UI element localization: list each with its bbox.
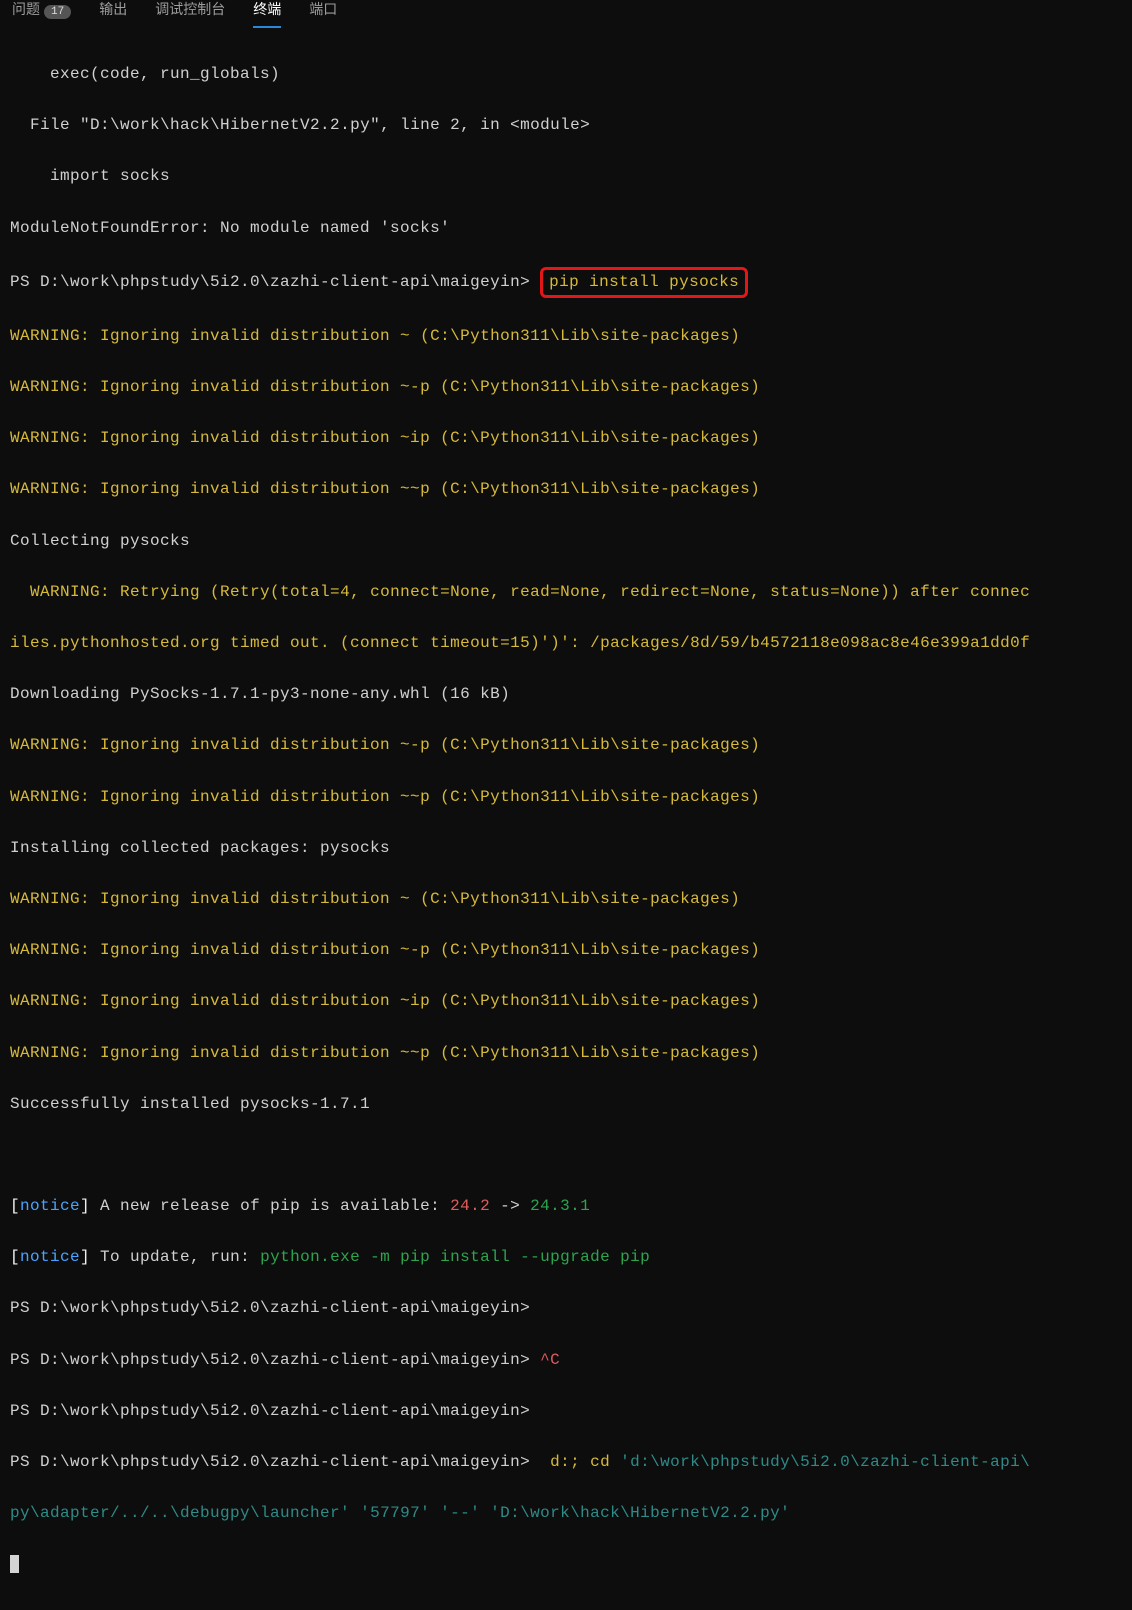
terminal-output[interactable]: exec(code, run_globals) File "D:\work\ha… (0, 30, 1132, 1609)
terminal-line: WARNING: Ignoring invalid distribution ~… (10, 938, 1122, 964)
terminal-line: WARNING: Ignoring invalid distribution ~… (10, 1041, 1122, 1067)
tab-terminal[interactable]: 终端 (253, 0, 281, 26)
terminal-line: WARNING: Ignoring invalid distribution ~… (10, 733, 1122, 759)
terminal-line: WARNING: Ignoring invalid distribution ~… (10, 477, 1122, 503)
terminal-line: PS D:\work\phpstudy\5i2.0\zazhi-client-a… (10, 267, 1122, 299)
terminal-line: [notice] To update, run: python.exe -m p… (10, 1245, 1122, 1271)
tab-debug-console[interactable]: 调试控制台 (155, 0, 225, 26)
terminal-line: WARNING: Ignoring invalid distribution ~… (10, 375, 1122, 401)
terminal-line: py\adapter/../..\debugpy\launcher' '5779… (10, 1501, 1122, 1527)
terminal-line: WARNING: Ignoring invalid distribution ~… (10, 324, 1122, 350)
terminal-line: Installing collected packages: pysocks (10, 836, 1122, 862)
terminal-line: File "D:\work\hack\HibernetV2.2.py", lin… (10, 113, 1122, 139)
terminal-cursor-line (10, 1552, 1122, 1578)
terminal-line (10, 1143, 1122, 1169)
terminal-line: PS D:\work\phpstudy\5i2.0\zazhi-client-a… (10, 1348, 1122, 1374)
terminal-line: WARNING: Retrying (Retry(total=4, connec… (10, 580, 1122, 606)
terminal-line: WARNING: Ignoring invalid distribution ~… (10, 887, 1122, 913)
terminal-line: [notice] A new release of pip is availab… (10, 1194, 1122, 1220)
panel-tabs: 问题17 输出 调试控制台 终端 端口 (0, 0, 1132, 30)
terminal-line: PS D:\work\phpstudy\5i2.0\zazhi-client-a… (10, 1399, 1122, 1425)
terminal-line: import socks (10, 164, 1122, 190)
terminal-line: Successfully installed pysocks-1.7.1 (10, 1092, 1122, 1118)
highlight-annotation: pip install pysocks (540, 267, 748, 299)
terminal-line: WARNING: Ignoring invalid distribution ~… (10, 426, 1122, 452)
tab-ports[interactable]: 端口 (309, 0, 337, 26)
terminal-line: Downloading PySocks-1.7.1-py3-none-any.w… (10, 682, 1122, 708)
cursor-icon (10, 1555, 19, 1573)
terminal-line: WARNING: Ignoring invalid distribution ~… (10, 785, 1122, 811)
tab-problems[interactable]: 问题17 (12, 0, 71, 26)
terminal-line: Collecting pysocks (10, 529, 1122, 555)
terminal-line: WARNING: Ignoring invalid distribution ~… (10, 989, 1122, 1015)
tab-output[interactable]: 输出 (99, 0, 127, 26)
terminal-line: ModuleNotFoundError: No module named 'so… (10, 216, 1122, 242)
terminal-line: iles.pythonhosted.org timed out. (connec… (10, 631, 1122, 657)
terminal-line: exec(code, run_globals) (10, 62, 1122, 88)
terminal-line: PS D:\work\phpstudy\5i2.0\zazhi-client-a… (10, 1450, 1122, 1476)
problems-badge: 17 (44, 5, 71, 19)
terminal-line: PS D:\work\phpstudy\5i2.0\zazhi-client-a… (10, 1296, 1122, 1322)
